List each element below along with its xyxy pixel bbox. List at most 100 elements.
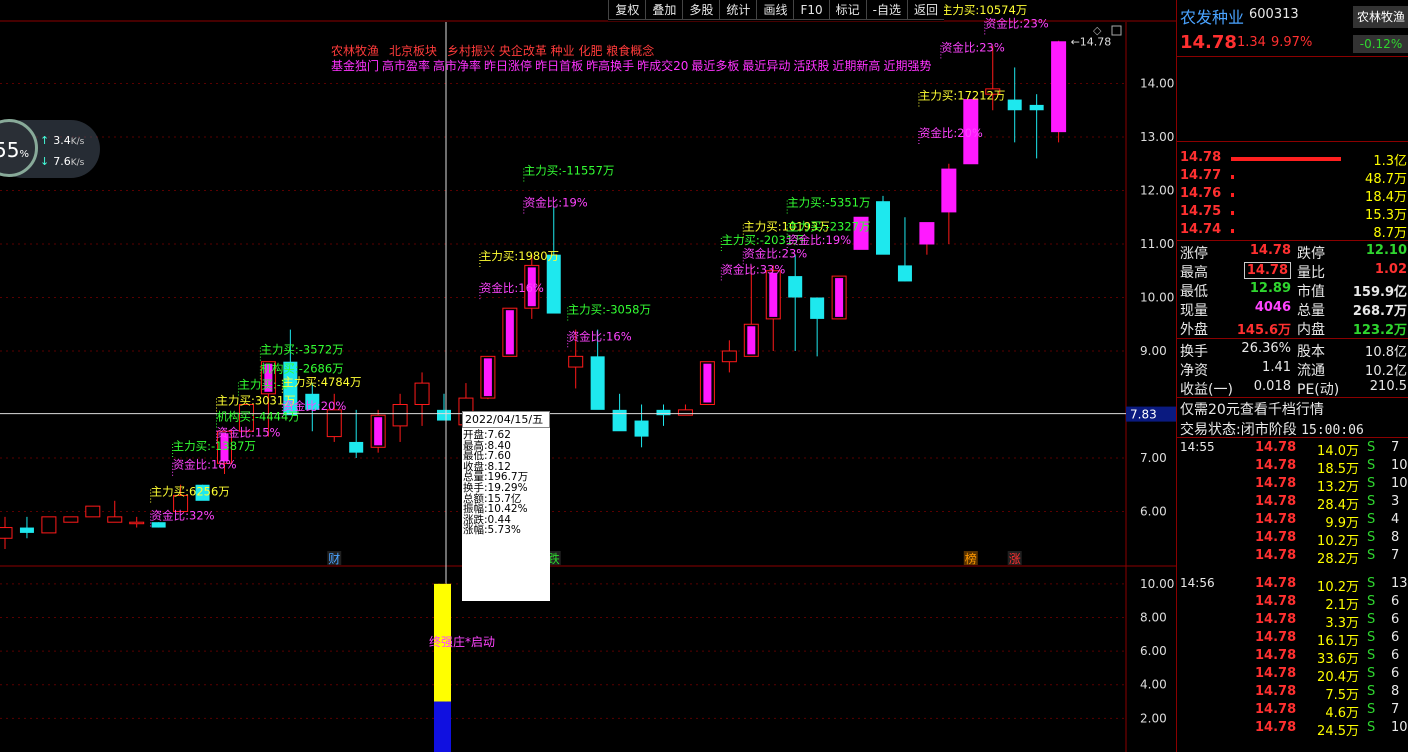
sector-name[interactable]: 农林牧渔 xyxy=(1353,6,1408,28)
concept-tag[interactable]: 最近多板 xyxy=(691,59,739,73)
concept-tag[interactable]: 高市盈率 xyxy=(382,59,430,73)
toolbar-btn-8[interactable]: 返回 xyxy=(906,0,944,20)
tick-volume: 14.0万 xyxy=(1317,444,1359,459)
candle-body[interactable] xyxy=(63,516,79,523)
tick-time: 14:55 xyxy=(1180,440,1215,454)
sub-tick-label: 2.00 xyxy=(1140,711,1167,725)
network-speed-widget[interactable]: 55% ↑ 3.4K/s ↓ 7.6K/s xyxy=(0,119,100,178)
candle-body[interactable] xyxy=(107,516,123,523)
concept-tag[interactable]: 农林牧渔 xyxy=(331,44,379,58)
stats-row: 净资 1.41 流通 10.2亿 xyxy=(1177,360,1408,379)
toolbar-btn-0[interactable]: 复权 xyxy=(608,0,646,20)
crosshair-price: 7.83 xyxy=(1130,408,1157,422)
stock-code: 600313 xyxy=(1249,7,1299,22)
concept-tag[interactable]: 昨日涨停 xyxy=(484,59,532,73)
toolbar-btn-7[interactable]: -自选 xyxy=(865,0,907,20)
order-book-row[interactable]: 14.74 8.7万 xyxy=(1177,222,1408,241)
candle-body[interactable] xyxy=(721,350,737,363)
order-book-row[interactable]: 14.76 18.4万 xyxy=(1177,186,1408,205)
concept-tag[interactable]: 近期强势 xyxy=(883,59,931,73)
concept-tag[interactable]: 活跃股 xyxy=(793,59,829,73)
candle-body[interactable] xyxy=(919,222,935,245)
stats-row: 换手 26.36% 股本 10.8亿 xyxy=(1177,341,1408,360)
tick-side: S xyxy=(1367,684,1376,699)
popup-row: 涨幅:5.73% xyxy=(463,524,521,537)
diamond-icon[interactable]: ◇ xyxy=(1093,24,1102,37)
toolbar-btn-1[interactable]: 叠加 xyxy=(645,0,683,20)
concept-tag[interactable]: 近期新高 xyxy=(832,59,880,73)
toolbar-btn-5[interactable]: F10 xyxy=(793,0,829,20)
price-tick-label: 12.00 xyxy=(1140,184,1174,198)
candle-body[interactable] xyxy=(414,382,430,406)
candle-body[interactable] xyxy=(437,409,451,421)
event-marker[interactable]: 涨 xyxy=(1009,551,1021,566)
stat-value: 145.6万 xyxy=(1236,323,1291,338)
candle-body[interactable] xyxy=(634,420,649,437)
candle-body[interactable] xyxy=(568,355,584,368)
tick-volume: 2.1万 xyxy=(1325,598,1359,613)
order-book-row[interactable]: 14.78 1.3亿 xyxy=(1177,150,1408,169)
order-book-row[interactable]: 14.75 15.3万 xyxy=(1177,204,1408,223)
stat-label: 股本 xyxy=(1297,344,1325,360)
tick-side: S xyxy=(1367,530,1376,545)
depth-notice[interactable]: 仅需20元查看千档行情 xyxy=(1177,399,1408,418)
candle-body[interactable] xyxy=(897,265,912,282)
candle-body[interactable] xyxy=(41,516,57,534)
concept-tag[interactable]: 昨高换手 xyxy=(586,59,634,73)
tick-side: S xyxy=(1367,494,1376,509)
arrow-down-icon: ↓ xyxy=(40,155,50,168)
window-icon[interactable] xyxy=(1111,25,1122,36)
candle-body[interactable] xyxy=(151,522,166,528)
order-price: 14.75 xyxy=(1180,204,1222,219)
toolbar-btn-6[interactable]: 标记 xyxy=(828,0,866,20)
concept-tag[interactable]: 北京板块 xyxy=(389,44,437,58)
toolbar-btn-4[interactable]: 画线 xyxy=(756,0,794,20)
stock-name[interactable]: 农发种业 xyxy=(1180,4,1244,28)
candle-body[interactable] xyxy=(810,297,825,319)
candle-body[interactable] xyxy=(85,505,101,518)
fund-flow-annotation: 主力买:-3058万 xyxy=(568,303,651,317)
stat-label: 最低 xyxy=(1180,284,1208,300)
candlestick-chart[interactable]: 14.00 13.00 12.00 11.00 10.00 9.00 7.00 6.00 7.8… xyxy=(0,0,1176,752)
candle-body[interactable] xyxy=(1007,99,1022,111)
chart-toolbar: 复权 叠加 多股 统计 画线 F10 标记 -自选 返回 xyxy=(608,0,944,21)
event-marker[interactable]: 榜 xyxy=(965,551,977,566)
candle-body[interactable] xyxy=(349,441,364,453)
order-book-row[interactable]: 14.77 48.7万 xyxy=(1177,168,1408,187)
toolbar-btn-3[interactable]: 统计 xyxy=(719,0,757,20)
candle-body[interactable] xyxy=(788,276,803,298)
concept-tag[interactable]: 基金独门 xyxy=(331,59,379,73)
concept-tag[interactable]: 昨日首板 xyxy=(535,59,583,73)
price-tick-label: 11.00 xyxy=(1140,237,1174,251)
toolbar-btn-2[interactable]: 多股 xyxy=(682,0,720,20)
kline-chart-area[interactable]: 14.00 13.00 12.00 11.00 10.00 9.00 7.00 6.00 7.8… xyxy=(0,0,1176,752)
event-marker[interactable]: 财 xyxy=(328,552,340,566)
stat-value: 12.10 xyxy=(1365,243,1407,258)
candle-fill xyxy=(374,417,383,446)
candle-body[interactable] xyxy=(1029,104,1044,111)
indicator-label: 终强庄*启动 xyxy=(429,634,495,649)
tick-side: S xyxy=(1367,458,1376,473)
tick-count: 10 xyxy=(1391,458,1408,473)
concept-tag[interactable]: 乡村振兴 央企改革 种业 化肥 粮食概念 xyxy=(447,44,654,58)
concept-tag[interactable]: 昨成交20 xyxy=(637,59,688,73)
candle-body[interactable] xyxy=(656,409,671,416)
candle-body[interactable] xyxy=(129,521,145,525)
candle-body[interactable] xyxy=(0,527,13,539)
concept-tag[interactable]: 高市净率 xyxy=(433,59,481,73)
tick-price: 14.78 xyxy=(1255,512,1297,527)
price-tick-label: 6.00 xyxy=(1140,505,1167,519)
candle-body[interactable] xyxy=(612,409,627,432)
order-volume: 48.7万 xyxy=(1365,172,1407,187)
candle-body[interactable] xyxy=(677,409,693,416)
candle-body[interactable] xyxy=(19,527,34,533)
candle-body[interactable] xyxy=(941,168,957,213)
candle-body[interactable] xyxy=(392,404,408,427)
price-tick-label: 10.00 xyxy=(1140,291,1174,305)
candle-body[interactable] xyxy=(876,201,890,255)
candle-body[interactable] xyxy=(590,356,605,410)
indicator-bar-blue xyxy=(434,701,451,752)
candle-body[interactable] xyxy=(1051,41,1067,133)
candle-body[interactable] xyxy=(546,254,561,314)
concept-tag[interactable]: 最近异动 xyxy=(742,59,790,73)
